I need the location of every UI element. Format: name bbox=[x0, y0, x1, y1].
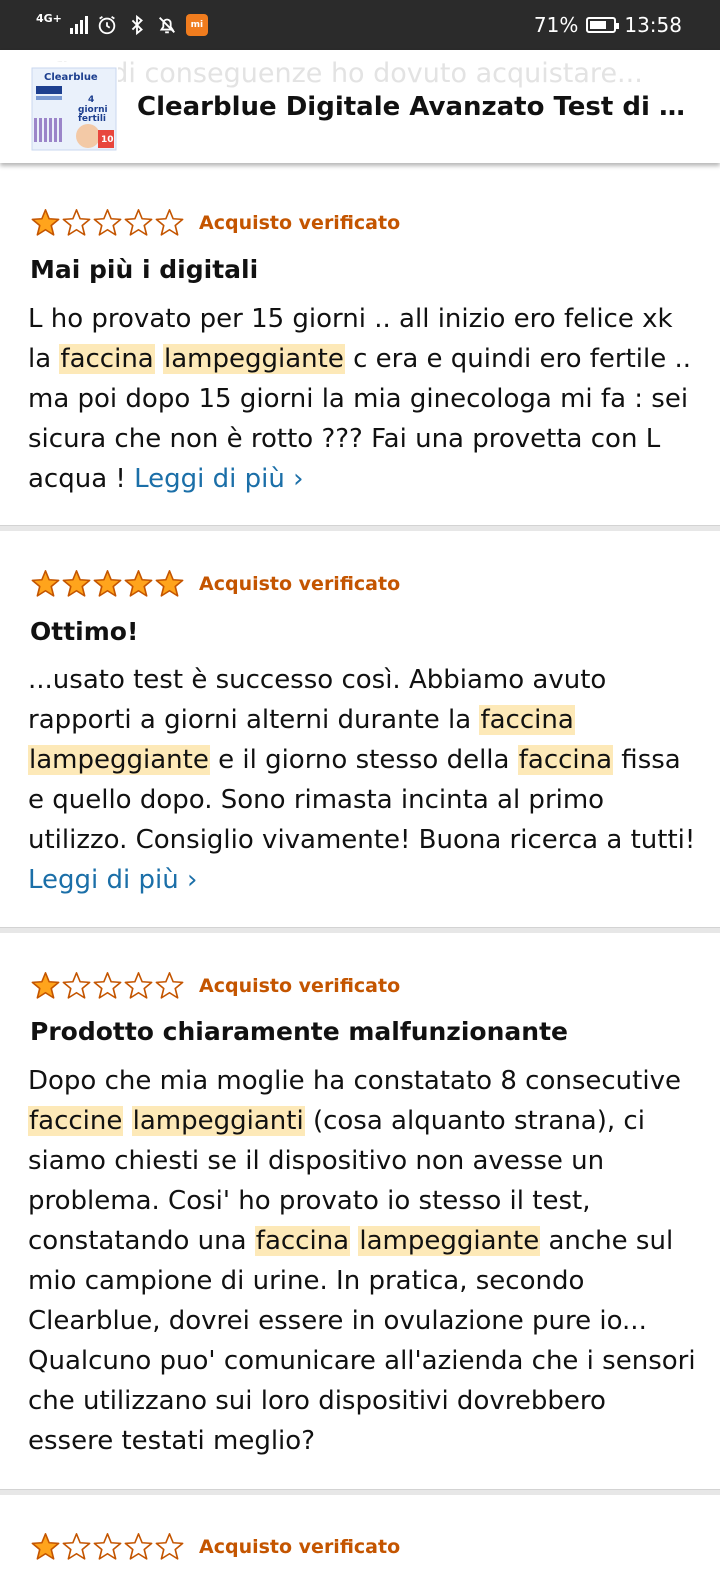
battery-percent: 71% bbox=[533, 13, 579, 37]
review-title: Ottimo! bbox=[30, 617, 139, 646]
review-body: L ho provato per 15 giorni .. all inizio… bbox=[28, 299, 698, 499]
star-empty-icon bbox=[155, 1533, 184, 1560]
review-title: Prodotto chiaramente malfunzionante bbox=[30, 1017, 568, 1046]
thumb-brand: Clearblue bbox=[44, 72, 98, 83]
svg-text:10: 10 bbox=[101, 135, 114, 145]
bluetooth-icon bbox=[131, 14, 143, 36]
svg-text:4: 4 bbox=[88, 95, 94, 105]
read-more-link[interactable]: Leggi di più › bbox=[28, 865, 197, 895]
read-more-link[interactable]: Leggi di più › bbox=[134, 464, 303, 494]
star-empty-icon bbox=[62, 972, 91, 999]
star-empty-icon bbox=[155, 972, 184, 999]
network-type: 4G+ bbox=[36, 11, 62, 25]
review-title: Mai più i digitali bbox=[30, 255, 259, 284]
highlighted-term: faccine bbox=[28, 1106, 124, 1136]
highlighted-term: faccina bbox=[517, 745, 614, 775]
highlighted-term: lampeggiante bbox=[28, 745, 210, 775]
scrolled-text-ghost: fino di conseguenze ho dovuto acquistare… bbox=[52, 58, 643, 89]
alarm-icon bbox=[98, 15, 116, 35]
star-empty-icon bbox=[124, 972, 153, 999]
signal-icon bbox=[69, 16, 88, 34]
star-filled-icon bbox=[62, 570, 91, 597]
highlighted-term: lampeggiante bbox=[163, 344, 345, 374]
verified-purchase-badge: Acquisto verificato bbox=[199, 975, 401, 997]
highlighted-term: faccina bbox=[59, 344, 155, 374]
star-empty-icon bbox=[93, 1533, 122, 1560]
product-header[interactable]: fino di conseguenze ho dovuto acquistare… bbox=[0, 50, 720, 163]
product-title[interactable]: Clearblue Digitale Avanzato Test di O... bbox=[137, 90, 697, 124]
status-right: 71% 13:58 bbox=[534, 10, 682, 40]
star-empty-icon bbox=[62, 1533, 91, 1560]
review-text: e il giorno stesso della bbox=[209, 745, 518, 775]
star-empty-icon bbox=[124, 209, 153, 236]
star-filled-icon bbox=[31, 1533, 60, 1560]
status-left: 4G+ mi bbox=[36, 10, 208, 40]
review-body: Dopo che mia moglie ha constatato 8 cons… bbox=[28, 1061, 698, 1461]
verified-purchase-badge: Acquisto verificato bbox=[199, 1536, 401, 1558]
star-empty-icon bbox=[62, 209, 91, 236]
review-body: ...usato test è successo così. Abbiamo a… bbox=[28, 660, 698, 900]
review-text: Dopo che mia moglie ha constatato 8 cons… bbox=[28, 1066, 681, 1096]
review-card: Acquisto verificato Ottimo! ...usato tes… bbox=[0, 531, 720, 927]
review-meta: Acquisto verificato bbox=[30, 1532, 400, 1562]
star-filled-icon bbox=[124, 570, 153, 597]
status-bar: 4G+ mi 71% 13:58 bbox=[0, 0, 720, 50]
verified-purchase-badge: Acquisto verificato bbox=[199, 573, 401, 595]
app-notification-icon: mi bbox=[185, 14, 208, 36]
highlighted-term: lampeggiante bbox=[358, 1226, 541, 1256]
highlighted-term: faccina bbox=[479, 705, 575, 735]
product-thumbnail[interactable]: Clearblue 4 giorni fertili 10 bbox=[30, 62, 118, 152]
star-rating bbox=[30, 971, 185, 1001]
review-meta: Acquisto verificato bbox=[30, 208, 400, 238]
star-filled-icon bbox=[155, 570, 184, 597]
star-rating bbox=[30, 569, 185, 599]
star-rating bbox=[30, 208, 185, 238]
highlighted-term: lampeggianti bbox=[131, 1106, 305, 1136]
star-empty-icon bbox=[93, 972, 122, 999]
review-text bbox=[155, 344, 163, 374]
review-text bbox=[123, 1106, 131, 1136]
review-card: Acquisto verificato Mai più i digitali L… bbox=[0, 163, 720, 525]
star-empty-icon bbox=[93, 209, 122, 236]
star-empty-icon bbox=[155, 209, 184, 236]
svg-text:fertili: fertili bbox=[78, 114, 106, 124]
review-meta: Acquisto verificato bbox=[30, 971, 400, 1001]
mute-notifications-icon bbox=[158, 17, 175, 34]
star-rating bbox=[30, 1532, 185, 1562]
review-card: Acquisto verificato Prodotto chiaramente… bbox=[0, 933, 720, 1489]
verified-purchase-badge: Acquisto verificato bbox=[199, 212, 401, 234]
highlighted-term: faccina bbox=[254, 1226, 351, 1256]
star-filled-icon bbox=[31, 570, 60, 597]
star-filled-icon bbox=[93, 570, 122, 597]
star-filled-icon bbox=[31, 972, 60, 999]
star-empty-icon bbox=[124, 1533, 153, 1560]
review-card: Acquisto verificato bbox=[0, 1495, 720, 1575]
clock: 13:58 bbox=[624, 13, 682, 37]
review-text: anche sul mio campione di urine. In prat… bbox=[28, 1226, 696, 1456]
star-filled-icon bbox=[31, 209, 60, 236]
review-meta: Acquisto verificato bbox=[30, 569, 400, 599]
battery-icon bbox=[586, 17, 620, 33]
